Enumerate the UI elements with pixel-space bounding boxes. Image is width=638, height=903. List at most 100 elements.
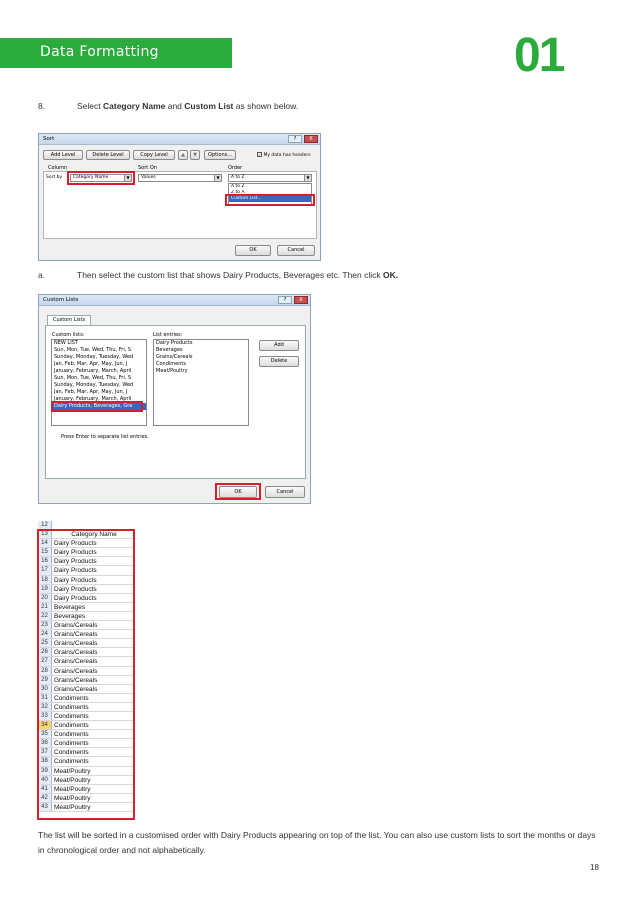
hint-text: Press Enter to separate list entries. (61, 434, 149, 440)
category-cell[interactable]: Beverages (54, 603, 85, 612)
delete-level-button[interactable]: Delete Level (86, 150, 130, 160)
category-cell[interactable]: Grains/Cereals (54, 657, 97, 666)
table-row: 27 Grains/Cereals (38, 657, 134, 667)
custom-list-item[interactable]: Sunday, Monday, Tuesday, Wed (52, 382, 146, 389)
add-button[interactable]: Add (259, 340, 299, 351)
table-header-row: 13 Category Name (38, 530, 134, 540)
row-number: 25 (38, 639, 52, 648)
custom-list-item-selected[interactable]: Dairy Products, Beverages, Gra (52, 403, 146, 410)
table-row: 16 Dairy Products (38, 557, 134, 567)
table-row: 25 Grains/Cereals (38, 639, 134, 649)
custom-list-item[interactable]: Jan, Feb, Mar, Apr, May, Jun, J (52, 389, 146, 396)
table-row: 41 Meat/Poultry (38, 784, 134, 794)
close-button[interactable]: X (294, 296, 308, 304)
category-cell[interactable]: Condiments (54, 739, 89, 748)
step-text: Select Category Name and Custom List as … (77, 101, 299, 111)
row-number: 41 (38, 784, 52, 793)
category-cell[interactable]: Condiments (54, 748, 89, 757)
category-cell[interactable]: Grains/Cereals (54, 685, 97, 694)
category-cell[interactable]: Meat/Poultry (54, 803, 91, 812)
category-cell[interactable]: Condiments (54, 730, 89, 739)
options-label: Options... (207, 152, 233, 158)
row-number: 32 (38, 702, 52, 711)
custom-list-item[interactable]: January, February, March, April (52, 396, 146, 403)
order-select[interactable]: A to Z ▼ (228, 174, 312, 182)
custom-list-item[interactable]: Jan, Feb, Mar, Apr, May, Jun, J (52, 361, 146, 368)
dropdown-arrow-icon: ▼ (214, 175, 221, 181)
custom-lists-title: Custom Lists (43, 297, 79, 303)
category-cell[interactable]: Dairy Products (54, 585, 97, 594)
move-down-button[interactable]: ▼ (190, 150, 200, 160)
headers-label: My data has headers (263, 153, 311, 158)
sort-cancel-button[interactable]: Cancel (277, 245, 315, 256)
table-row: 18 Dairy Products (38, 575, 134, 585)
custom-list-item[interactable]: Sun, Mon, Tue, Wed, Thu, Fri, S (52, 347, 146, 354)
category-cell[interactable]: Dairy Products (54, 566, 97, 575)
headers-checkbox[interactable]: ✓ My data has headers (257, 152, 311, 158)
table-row: 14 Dairy Products (38, 539, 134, 549)
step-number: 8. (38, 101, 46, 111)
category-cell[interactable]: Condiments (54, 721, 89, 730)
tab-custom-lists[interactable]: Custom Lists (47, 315, 91, 325)
close-button[interactable]: X (304, 135, 318, 143)
category-cell[interactable]: Grains/Cereals (54, 676, 97, 685)
category-cell[interactable]: Grains/Cereals (54, 630, 97, 639)
row-number: 19 (38, 584, 52, 593)
category-cell[interactable]: Condiments (54, 694, 89, 703)
custom-ok-button[interactable]: OK (219, 486, 257, 498)
custom-list-item[interactable]: NEW LIST (52, 340, 146, 347)
custom-list-item[interactable]: Sun, Mon, Tue, Wed, Thu, Fri, S (52, 375, 146, 382)
help-button[interactable]: ? (278, 296, 292, 304)
step-number: a. (38, 270, 46, 280)
category-cell[interactable]: Beverages (54, 612, 85, 621)
page-number: 18 (590, 863, 599, 872)
sort-titlebar: Sort ? X (39, 134, 320, 145)
category-cell[interactable]: Grains/Cereals (54, 639, 97, 648)
custom-lists-dialog: Custom Lists ? X Custom Lists Custom lis… (38, 294, 311, 504)
category-cell[interactable]: Meat/Poultry (54, 767, 91, 776)
column-header-cell[interactable]: Category Name (54, 530, 134, 539)
sort-ok-button[interactable]: OK (235, 245, 271, 256)
row-number: 21 (38, 602, 52, 611)
row-number: 40 (38, 775, 52, 784)
custom-list-item[interactable]: Sunday, Monday, Tuesday, Wed (52, 354, 146, 361)
row-number: 12 (38, 521, 52, 530)
row-number: 29 (38, 675, 52, 684)
row-number: 13 (38, 530, 52, 539)
table-row: 39 Meat/Poultry (38, 766, 134, 776)
custom-list-item[interactable]: January, February, March, April (52, 368, 146, 375)
sort-dialog: Sort ? X Add Level Delete Level Copy Lev… (38, 133, 321, 261)
custom-lists-listbox[interactable]: NEW LIST Sun, Mon, Tue, Wed, Thu, Fri, S… (51, 339, 147, 426)
category-cell[interactable]: Meat/Poultry (54, 785, 91, 794)
category-cell[interactable]: Dairy Products (54, 557, 97, 566)
delete-button[interactable]: Delete (259, 356, 299, 367)
row-number: 15 (38, 548, 52, 557)
row-number: 36 (38, 739, 52, 748)
category-cell[interactable]: Dairy Products (54, 594, 97, 603)
step-text: Then select the custom list that shows D… (77, 270, 399, 280)
copy-level-button[interactable]: Copy Level (133, 150, 175, 160)
category-cell[interactable]: Dairy Products (54, 539, 97, 548)
dropdown-arrow-icon: ▼ (304, 175, 311, 181)
category-cell[interactable]: Condiments (54, 712, 89, 721)
add-level-button[interactable]: Add Level (43, 150, 83, 160)
table-row: 31 Condiments (38, 693, 134, 703)
column-select[interactable]: Category Name ▼ (70, 174, 132, 182)
category-cell[interactable]: Condiments (54, 757, 89, 766)
category-cell[interactable]: Condiments (54, 703, 89, 712)
move-up-button[interactable]: ▲ (178, 150, 188, 160)
category-cell[interactable]: Meat/Poultry (54, 776, 91, 785)
list-entries-box[interactable]: Dairy Products Beverages Grains/Cereals … (153, 339, 249, 426)
table-row: 35 Condiments (38, 730, 134, 740)
sort-on-select[interactable]: Values ▼ (138, 174, 222, 182)
options-button[interactable]: Options... (204, 150, 236, 160)
category-cell[interactable]: Dairy Products (54, 548, 97, 557)
category-cell[interactable]: Grains/Cereals (54, 667, 97, 676)
category-cell[interactable]: Grains/Cereals (54, 621, 97, 630)
category-cell[interactable]: Meat/Poultry (54, 794, 91, 803)
custom-cancel-button[interactable]: Cancel (265, 486, 305, 498)
category-cell[interactable]: Dairy Products (54, 576, 97, 585)
help-button[interactable]: ? (288, 135, 302, 143)
category-cell[interactable]: Grains/Cereals (54, 648, 97, 657)
order-option-custom-list[interactable]: Custom List... (229, 196, 311, 202)
